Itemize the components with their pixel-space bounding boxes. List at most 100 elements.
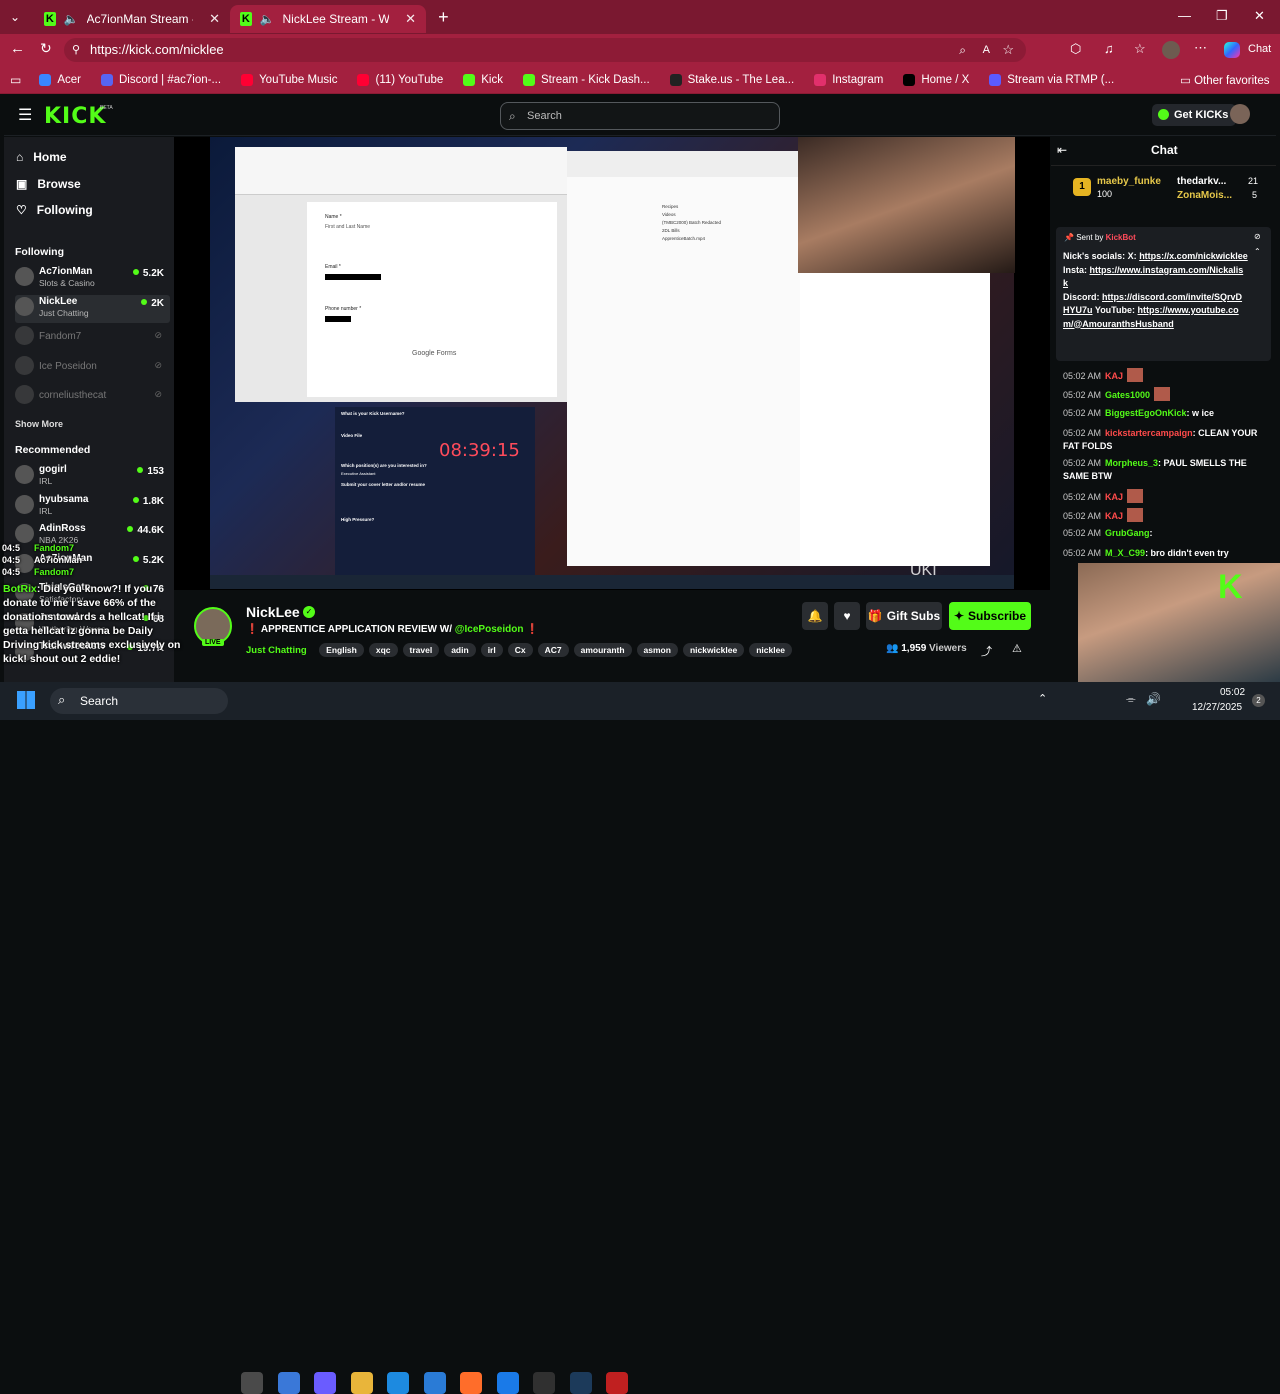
notifications-button[interactable]: 🔔 [802,602,828,630]
network-icon[interactable]: ⌯ [1126,692,1136,707]
pinned-link[interactable]: https://x.com/nickwicklee [1139,251,1248,261]
stream-tag[interactable]: asmon [636,643,678,657]
stream-tag[interactable]: nicklee [749,643,793,657]
sidebar-channel[interactable]: Fandom7 ⊘ [15,324,170,352]
taskbar-app-icon[interactable] [350,1372,373,1394]
stream-tag[interactable]: adin [444,643,476,657]
maximize-icon[interactable]: ❐ [1216,8,1228,24]
minimize-icon[interactable]: — [1178,8,1191,23]
taskbar-search[interactable]: ⌕ Search [50,688,228,714]
taskbar-app-icon[interactable] [423,1372,446,1394]
leaderboard-name[interactable]: thedarkv... [1177,176,1226,187]
sidebar-channel[interactable]: corneliusthecat ⊘ [15,383,170,411]
leaderboard-name[interactable]: ZonaMois... [1177,190,1232,201]
message-user[interactable]: Gates1000 [1105,390,1150,400]
sidebar-channel[interactable]: Ice Poseidon ⊘ [15,354,170,382]
nav-following[interactable]: ♡ Following [16,203,93,217]
pinned-bot-name[interactable]: KickBot [1106,233,1136,242]
sidebar-channel[interactable]: Ac7ionMan Slots & Casino 5.2K [15,265,170,293]
clock-time[interactable]: 05:02 [1220,687,1245,698]
user-avatar[interactable] [1230,104,1250,124]
close-tab-icon[interactable]: ✕ [405,11,416,27]
zoom-icon[interactable]: ⌕ [959,38,966,62]
gift-subs-button[interactable]: 🎁 Gift Subs [866,602,942,630]
favorites-icon[interactable]: ☆ [1134,41,1146,57]
collections-icon[interactable]: ▭ [10,73,21,87]
extensions-icon[interactable]: ⬡ [1070,41,1081,57]
taskbar-app-icon[interactable] [277,1372,300,1394]
close-tab-icon[interactable]: ✕ [209,11,220,27]
show-more-link[interactable]: Show More [15,419,63,429]
stream-category[interactable]: Just Chatting [246,645,307,656]
unpin-icon[interactable]: ⊘ [1254,232,1261,241]
other-favorites[interactable]: ▭ Other favorites [1180,73,1269,87]
message-user[interactable]: KAJ [1105,511,1123,521]
search-input[interactable]: ⌕ Search [500,102,780,130]
message-user[interactable]: kickstartercampaign [1105,428,1193,438]
stream-tag[interactable]: xqc [368,643,398,657]
site-info-icon[interactable]: ⚲ [72,38,80,62]
collapse-chat-icon[interactable]: ⇤ [1057,143,1067,157]
message-user[interactable]: KAJ [1105,492,1123,502]
menu-icon[interactable]: ☰ [18,105,32,125]
stream-tag[interactable]: AC7 [537,643,569,657]
bookmark-item[interactable]: YouTube Music [241,73,337,86]
message-user[interactable]: M_X_C99 [1105,548,1145,558]
browser-tab-active[interactable]: K 🔈 NickLee Stream - Watch Live o ✕ [230,5,427,33]
taskbar-app-icon[interactable] [496,1372,519,1394]
taskbar-app-icon[interactable] [606,1372,628,1394]
read-aloud-icon[interactable]: A [983,38,990,62]
share-icon[interactable]: ⤴ [981,643,992,659]
favorite-star-icon[interactable]: ☆ [1002,38,1014,62]
back-icon[interactable]: ← [10,40,25,57]
bookmark-item[interactable]: Kick [463,73,503,86]
sidebar-channel[interactable]: NickLee Just Chatting 2K [15,294,170,323]
stream-tag[interactable]: travel [402,643,440,657]
kick-logo[interactable]: KICK [44,104,106,129]
media-icon[interactable]: ♫ [1104,41,1114,56]
volume-icon[interactable]: 🔊 [1146,692,1161,706]
taskbar-app-icon[interactable] [460,1372,482,1394]
stream-tag[interactable]: amouranth [573,643,632,657]
stream-tag[interactable]: irl [480,643,503,657]
nav-browse[interactable]: ▣ Browse [16,177,81,191]
bookmark-item[interactable]: Home / X [903,73,969,86]
taskbar-app-icon[interactable] [241,1372,263,1394]
video-player[interactable]: Name * First and Last Name Email * Phone… [174,137,1050,590]
pinned-link[interactable]: https://www.instagram.com/Nickalisk [1063,265,1243,289]
collapse-pin-icon[interactable]: ⌃ [1254,247,1261,256]
stream-tag[interactable]: nickwicklee [682,643,745,657]
start-icon[interactable] [17,691,35,709]
taskbar-app-icon[interactable] [533,1372,555,1394]
bookmark-item[interactable]: Acer [39,73,81,86]
bookmark-item[interactable]: Stream - Kick Dash... [523,73,650,86]
close-window-icon[interactable]: ✕ [1254,8,1265,24]
taskbar-app-icon[interactable] [314,1372,336,1394]
report-icon[interactable]: ⚠ [1012,642,1022,655]
stream-tag[interactable]: English [319,643,364,657]
title-mention[interactable]: @IcePoseidon [455,624,524,635]
nav-home[interactable]: ⌂ Home [16,150,67,164]
bookmark-item[interactable]: Discord | #ac7ion-... [101,73,221,86]
refresh-icon[interactable]: ↻ [40,40,52,57]
subscribe-button[interactable]: ✦ Subscribe [949,602,1031,630]
get-kicks-button[interactable]: Get KICKs [1152,104,1237,126]
stream-tag[interactable]: Cx [507,643,533,657]
new-tab-icon[interactable]: + [438,7,449,28]
message-user[interactable]: KAJ [1105,371,1123,381]
sidebar-channel[interactable]: hyubsama IRL 1.8K [15,493,170,521]
tray-chevron-icon[interactable]: ⌃ [1038,692,1047,705]
leaderboard-name[interactable]: maeby_funke [1097,176,1161,187]
notification-badge[interactable]: 2 [1252,694,1265,707]
follow-button[interactable]: ♥ [834,602,860,630]
profile-avatar[interactable] [1162,41,1180,59]
taskbar-app-icon[interactable] [569,1372,592,1394]
bookmark-item[interactable]: (11) YouTube [357,73,443,86]
taskbar-app-icon[interactable] [387,1372,409,1394]
message-user[interactable]: GrubGang [1105,528,1150,538]
clock-date[interactable]: 12/27/2025 [1192,702,1242,713]
sidebar-channel[interactable]: gogirl IRL 153 [15,463,170,491]
browser-tab[interactable]: K 🔈 Ac7ionMan Stream - Watch Li ✕ [34,5,230,33]
more-menu-icon[interactable]: ⋯ [1194,40,1207,56]
bookmark-item[interactable]: Stream via RTMP (... [989,73,1114,86]
